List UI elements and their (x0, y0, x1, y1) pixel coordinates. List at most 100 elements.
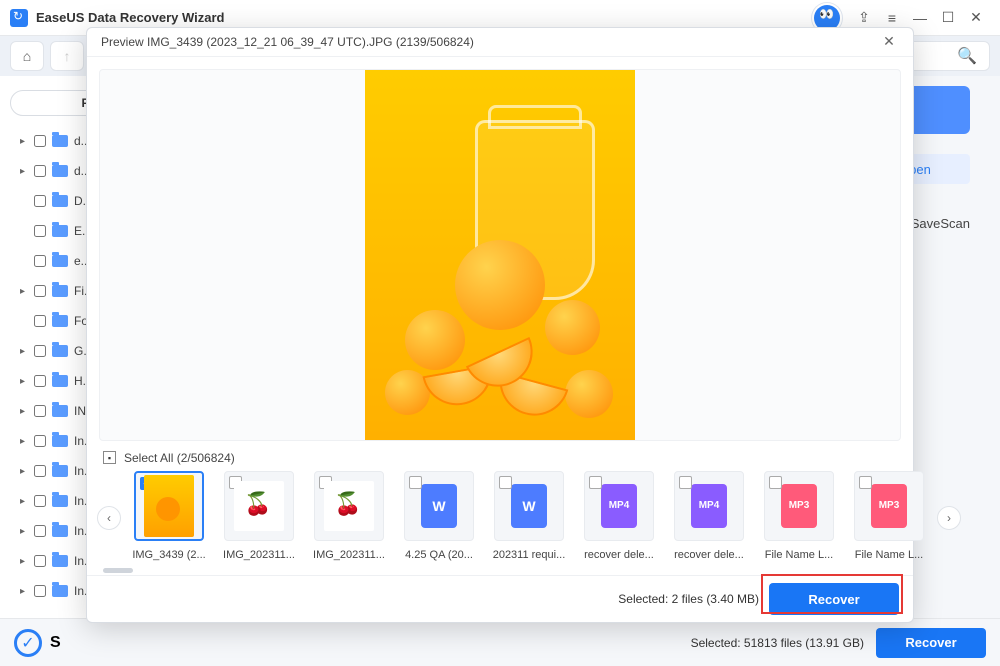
thumb-label: IMG_202311... (309, 549, 389, 561)
thumb-box[interactable]: MP3 (854, 471, 924, 541)
dialog-selected-label: Selected: 2 files (3.40 MB) (618, 592, 759, 606)
chevron-right-icon: ▸ (20, 526, 28, 537)
select-all-row[interactable]: ▪ Select All (2/506824) (87, 447, 913, 469)
folder-icon (52, 255, 68, 267)
thumbnail[interactable]: MP4 recover dele... (577, 471, 661, 561)
tree-checkbox[interactable] (34, 315, 46, 327)
chevron-right-icon: ▸ (20, 466, 28, 477)
tree-checkbox[interactable] (34, 345, 46, 357)
folder-icon (52, 345, 68, 357)
folder-icon (52, 195, 68, 207)
main-recover-button[interactable]: Recover (876, 628, 986, 658)
thumb-box[interactable] (224, 471, 294, 541)
tree-checkbox[interactable] (34, 135, 46, 147)
folder-icon (52, 405, 68, 417)
thumbnail[interactable]: IMG_202311... (307, 471, 391, 561)
thumbnail-strip: ‹ ✓ IMG_3439 (2... IMG_202311... IMG_202… (87, 469, 913, 568)
maximize-button[interactable]: ☐ (934, 4, 962, 32)
thumbnail[interactable]: IMG_202311... (217, 471, 301, 561)
folder-icon (52, 435, 68, 447)
thumb-box[interactable]: W (494, 471, 564, 541)
thumb-label: recover dele... (579, 549, 659, 561)
folder-icon (52, 285, 68, 297)
thumb-box[interactable]: ✓ (134, 471, 204, 541)
thumb-checkbox[interactable] (679, 476, 692, 489)
thumb-checkbox[interactable] (499, 476, 512, 489)
home-button[interactable]: ⌂ (10, 41, 44, 71)
progress-check-icon: ✓ (14, 629, 42, 657)
thumb-box[interactable]: W (404, 471, 474, 541)
thumb-box[interactable] (314, 471, 384, 541)
dialog-close-button[interactable]: ✕ (879, 32, 899, 52)
strip-scrollbar[interactable] (103, 568, 897, 575)
tree-checkbox[interactable] (34, 225, 46, 237)
scan-summary-initial: S (50, 634, 61, 652)
chevron-right-icon: ▸ (20, 136, 28, 147)
tree-checkbox[interactable] (34, 495, 46, 507)
chevron-right-icon: ▸ (20, 436, 28, 447)
search-icon: 🔍 (957, 46, 977, 66)
folder-icon (52, 495, 68, 507)
folder-icon (52, 165, 68, 177)
up-button[interactable]: ↑ (50, 41, 84, 71)
thumb-checkbox[interactable] (769, 476, 782, 489)
folder-icon (52, 465, 68, 477)
select-all-checkbox[interactable]: ▪ (103, 451, 116, 464)
chevron-right-icon: ▸ (20, 286, 28, 297)
tree-checkbox[interactable] (34, 375, 46, 387)
thumbnail[interactable]: MP3 File Name L... (757, 471, 841, 561)
thumbnail[interactable]: MP3 File Name L... (847, 471, 931, 561)
thumb-label: recover dele... (669, 549, 749, 561)
thumb-label: 202311 requi... (489, 549, 569, 561)
tree-checkbox[interactable] (34, 465, 46, 477)
select-all-label: Select All (2/506824) (124, 451, 235, 465)
thumb-checkbox[interactable] (859, 476, 872, 489)
strip-prev-button[interactable]: ‹ (97, 506, 121, 530)
dialog-title: Preview IMG_3439 (2023_12_21 06_39_47 UT… (101, 35, 474, 49)
folder-icon (52, 585, 68, 597)
thumbnail[interactable]: W 202311 requi... (487, 471, 571, 561)
chevron-right-icon: ▸ (20, 376, 28, 387)
tree-checkbox[interactable] (34, 165, 46, 177)
thumb-box[interactable]: MP4 (674, 471, 744, 541)
dialog-recover-button[interactable]: Recover (769, 583, 899, 615)
dialog-header: Preview IMG_3439 (2023_12_21 06_39_47 UT… (87, 28, 913, 57)
close-button[interactable]: ✕ (962, 4, 990, 32)
thumb-box[interactable]: MP4 (584, 471, 654, 541)
folder-icon (52, 525, 68, 537)
tree-checkbox[interactable] (34, 525, 46, 537)
tree-checkbox[interactable] (34, 405, 46, 417)
savescan-label[interactable]: SaveScan (911, 216, 970, 231)
app-icon (10, 9, 28, 27)
tree-checkbox[interactable] (34, 195, 46, 207)
chevron-right-icon: ▸ (20, 406, 28, 417)
chevron-right-icon: ▸ (20, 556, 28, 567)
chevron-right-icon: ▸ (20, 346, 28, 357)
main-footer: ✓ S Selected: 51813 files (13.91 GB) Rec… (0, 618, 1000, 666)
thumbnail[interactable]: W 4.25 QA (20... (397, 471, 481, 561)
chevron-right-icon: ▸ (20, 586, 28, 597)
thumb-label: File Name L... (849, 549, 929, 561)
folder-icon (52, 315, 68, 327)
folder-icon (906, 86, 970, 134)
tree-checkbox[interactable] (34, 285, 46, 297)
main-selected-label: Selected: 51813 files (13.91 GB) (691, 636, 864, 650)
chevron-right-icon: ▸ (20, 496, 28, 507)
thumbnail[interactable]: MP4 recover dele... (667, 471, 751, 561)
app-title: EaseUS Data Recovery Wizard (36, 10, 224, 25)
preview-area (99, 69, 901, 441)
thumb-label: 4.25 QA (20... (399, 549, 479, 561)
preview-image (365, 70, 635, 440)
tree-checkbox[interactable] (34, 255, 46, 267)
tree-checkbox[interactable] (34, 555, 46, 567)
thumbnail[interactable]: ✓ IMG_3439 (2... (127, 471, 211, 561)
thumb-checkbox[interactable] (589, 476, 602, 489)
thumb-label: IMG_202311... (219, 549, 299, 561)
thumb-box[interactable]: MP3 (764, 471, 834, 541)
dialog-footer: Selected: 2 files (3.40 MB) Recover (87, 575, 913, 622)
thumb-checkbox[interactable] (409, 476, 422, 489)
thumb-label: IMG_3439 (2... (129, 549, 209, 561)
tree-checkbox[interactable] (34, 585, 46, 597)
tree-checkbox[interactable] (34, 435, 46, 447)
folder-icon (52, 375, 68, 387)
